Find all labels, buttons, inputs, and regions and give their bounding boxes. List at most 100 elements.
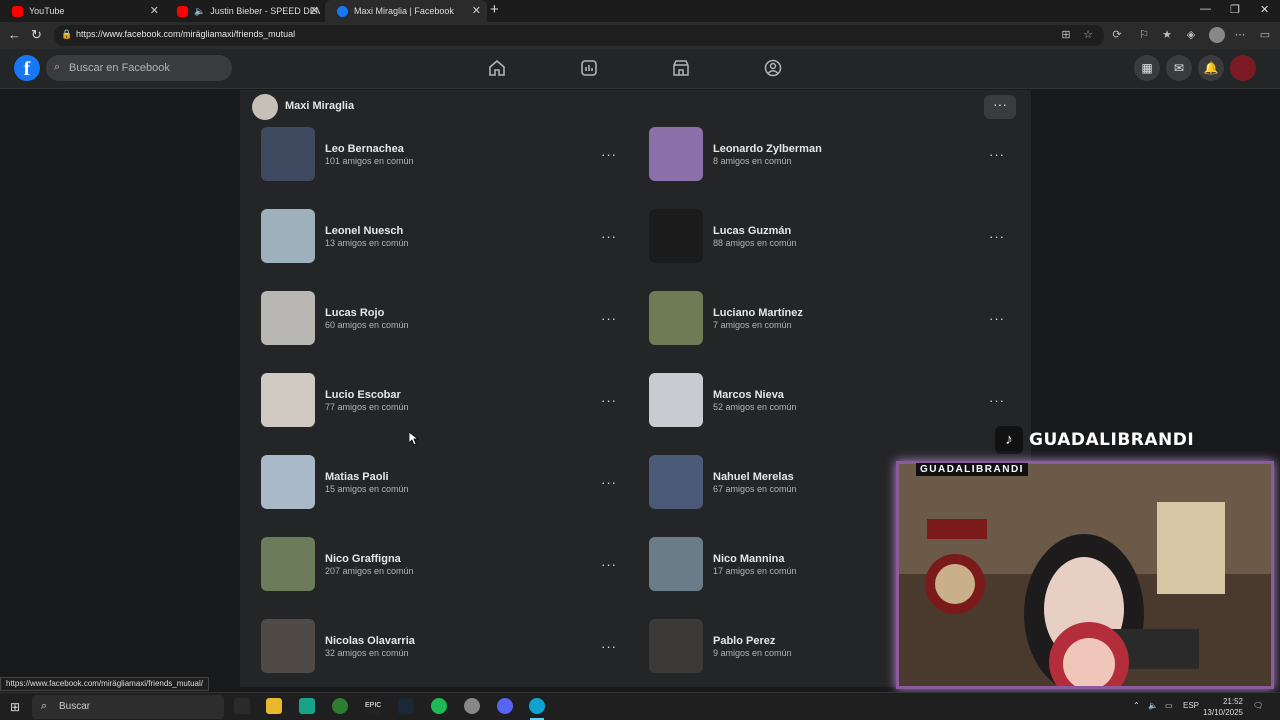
friend-item[interactable]: Matias Paoli 15 amigos en común ··· — [261, 455, 641, 511]
friend-avatar[interactable] — [649, 127, 703, 181]
sidebar-icon[interactable]: ▭ — [1259, 29, 1271, 41]
tab-youtube[interactable]: YouTube ✕ — [0, 0, 165, 22]
friend-item[interactable]: Nico Graffigna 207 amigos en común ··· — [261, 537, 641, 593]
profile-avatar[interactable] — [252, 94, 278, 120]
spotify-icon[interactable] — [431, 698, 447, 714]
friend-name[interactable]: Luciano Martínez — [713, 307, 803, 319]
friend-avatar[interactable] — [261, 373, 315, 427]
shield-icon[interactable]: ◈ — [1185, 29, 1197, 41]
favorite-star-icon[interactable]: ☆ — [1082, 29, 1094, 41]
close-icon[interactable]: ✕ — [310, 4, 319, 17]
feeds-icon[interactable] — [579, 58, 599, 78]
friend-avatar[interactable] — [261, 209, 315, 263]
friend-more-options-icon[interactable]: ··· — [989, 311, 1005, 326]
volume-icon[interactable]: 🔈 — [1148, 701, 1158, 710]
friend-avatar[interactable] — [649, 537, 703, 591]
obs-icon[interactable] — [464, 698, 480, 714]
friend-item[interactable]: Lucas Guzmán 88 amigos en común ··· — [649, 209, 1029, 265]
facebook-search-input[interactable]: ⌕ Buscar en Facebook — [46, 55, 232, 81]
tray-chevron-icon[interactable]: ⌃ — [1133, 701, 1140, 710]
friend-item[interactable]: Leonel Nuesch 13 amigos en común ··· — [261, 209, 641, 265]
profile-avatar[interactable] — [1209, 27, 1225, 43]
notifications-bell-icon[interactable]: 🔔 — [1198, 55, 1224, 81]
split-screen-icon[interactable]: ⚐ — [1138, 29, 1150, 41]
friend-name[interactable]: Nico Mannina — [713, 553, 785, 565]
groups-icon[interactable] — [763, 58, 783, 78]
task-view-icon[interactable] — [234, 698, 250, 714]
friend-avatar[interactable] — [649, 619, 703, 673]
tab-justin-bieber[interactable]: 🔈 Justin Bieber - SPEED DEMO ✕ — [165, 0, 325, 22]
home-icon[interactable] — [487, 58, 507, 78]
notification-center-icon[interactable]: 🗨 — [1253, 701, 1263, 710]
edge-browser-icon[interactable] — [529, 698, 545, 714]
friend-avatar[interactable] — [261, 291, 315, 345]
friend-more-options-icon[interactable]: ··· — [601, 557, 617, 572]
friend-item[interactable]: Nicolas Olavarria 32 amigos en común ··· — [261, 619, 641, 675]
refresh-button[interactable]: ↻ — [31, 27, 42, 43]
friend-more-options-icon[interactable]: ··· — [601, 147, 617, 162]
friend-avatar[interactable] — [649, 291, 703, 345]
friend-more-options-icon[interactable]: ··· — [989, 393, 1005, 408]
friend-item[interactable]: Leonardo Zylberman 8 amigos en común ··· — [649, 127, 1029, 183]
friend-name[interactable]: Pablo Perez — [713, 635, 775, 647]
friend-more-options-icon[interactable]: ··· — [601, 475, 617, 490]
friend-avatar[interactable] — [261, 537, 315, 591]
close-icon[interactable]: ✕ — [150, 4, 159, 17]
url-field[interactable]: 🔒 https://www.facebook.com/mirägliamaxi/… — [54, 25, 1104, 46]
friend-item[interactable]: Leo Bernachea 101 amigos en común ··· — [261, 127, 641, 183]
friend-name[interactable]: Nico Graffigna — [325, 553, 401, 565]
language-indicator[interactable]: ESP — [1183, 701, 1199, 710]
friend-more-options-icon[interactable]: ··· — [601, 393, 617, 408]
friend-avatar[interactable] — [261, 619, 315, 673]
network-icon[interactable]: ▭ — [1165, 701, 1173, 710]
close-icon[interactable]: ✕ — [472, 4, 481, 17]
favorites-icon[interactable]: ★ — [1161, 29, 1173, 41]
facebook-logo[interactable]: f — [14, 55, 40, 81]
friend-more-options-icon[interactable]: ··· — [989, 229, 1005, 244]
back-button[interactable]: ← — [8, 27, 21, 42]
menu-grid-icon[interactable]: ▦ — [1134, 55, 1160, 81]
tab-facebook[interactable]: Maxi Miraglia | Facebook ✕ — [325, 0, 487, 22]
friend-name[interactable]: Lucas Rojo — [325, 307, 384, 319]
extensions-icon[interactable]: ⟳ — [1111, 29, 1123, 41]
friend-name[interactable]: Matias Paoli — [325, 471, 389, 483]
friend-avatar[interactable] — [649, 373, 703, 427]
account-avatar[interactable] — [1230, 55, 1256, 81]
windows-start-icon[interactable]: ⊞ — [10, 700, 20, 714]
store-icon[interactable] — [299, 698, 315, 714]
friend-avatar[interactable] — [261, 127, 315, 181]
new-tab-button[interactable]: + — [490, 1, 499, 18]
friend-item[interactable]: Lucas Rojo 60 amigos en común ··· — [261, 291, 641, 347]
friend-more-options-icon[interactable]: ··· — [601, 639, 617, 654]
friend-name[interactable]: Leonel Nuesch — [325, 225, 403, 237]
profile-name[interactable]: Maxi Miraglia — [285, 100, 354, 112]
friend-name[interactable]: Leonardo Zylberman — [713, 143, 822, 155]
restore-button[interactable]: ❐ — [1230, 3, 1240, 16]
close-window-button[interactable]: ✕ — [1260, 3, 1269, 16]
friend-item[interactable]: Luciano Martínez 7 amigos en común ··· — [649, 291, 1029, 347]
steam-icon[interactable] — [398, 698, 414, 714]
friend-name[interactable]: Lucio Escobar — [325, 389, 401, 401]
profile-more-button[interactable]: ··· — [984, 95, 1016, 119]
friend-name[interactable]: Leo Bernachea — [325, 143, 404, 155]
friend-avatar[interactable] — [649, 455, 703, 509]
friend-name[interactable]: Marcos Nieva — [713, 389, 784, 401]
marketplace-icon[interactable] — [671, 58, 691, 78]
taskbar-clock[interactable]: 21:52 13/10/2025 — [1199, 696, 1243, 718]
friend-item[interactable]: Lucio Escobar 77 amigos en común ··· — [261, 373, 641, 429]
discord-icon[interactable] — [497, 698, 513, 714]
friend-more-options-icon[interactable]: ··· — [989, 147, 1005, 162]
xbox-icon[interactable] — [332, 698, 348, 714]
file-explorer-icon[interactable] — [266, 698, 282, 714]
friend-avatar[interactable] — [649, 209, 703, 263]
friend-name[interactable]: Nicolas Olavarria — [325, 635, 415, 647]
app-icon[interactable]: ⊞ — [1060, 29, 1072, 41]
friend-name[interactable]: Nahuel Merelas — [713, 471, 794, 483]
messenger-icon[interactable]: ✉ — [1166, 55, 1192, 81]
more-menu-icon[interactable]: ⋯ — [1234, 29, 1246, 41]
friend-more-options-icon[interactable]: ··· — [601, 311, 617, 326]
friend-more-options-icon[interactable]: ··· — [601, 229, 617, 244]
friend-name[interactable]: Lucas Guzmán — [713, 225, 791, 237]
epic-games-icon[interactable]: EPIC — [365, 698, 381, 714]
minimize-button[interactable]: — — [1200, 3, 1211, 15]
